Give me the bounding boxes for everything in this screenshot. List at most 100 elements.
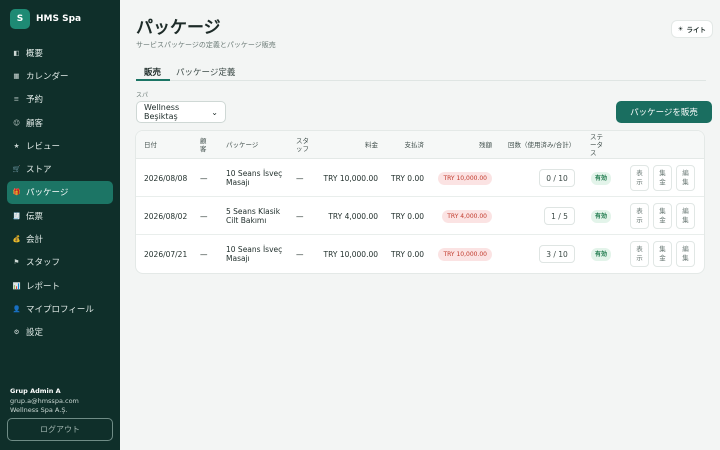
sidebar-item-label: 概要 bbox=[26, 48, 44, 59]
sidebar-item-label: レビュー bbox=[26, 141, 61, 152]
user-info: Grup Admin A grup.a@hmsspa.com Wellness … bbox=[10, 387, 79, 416]
receipt-icon: 🧾 bbox=[12, 211, 21, 220]
cell-date: 2026/08/08 bbox=[144, 173, 188, 183]
edit-button[interactable]: 編集 bbox=[676, 203, 695, 229]
list-icon: ≡ bbox=[13, 95, 20, 104]
cell-package: 10 Seans İsveç Masajı bbox=[226, 245, 283, 263]
sidebar-item-accounting[interactable]: 💰 会計 bbox=[7, 227, 113, 250]
balance-badge: TRY 4,000.00 bbox=[442, 209, 492, 223]
header-price: 料金 bbox=[365, 141, 378, 149]
sidebar-item-vouchers[interactable]: 🧾 伝票 bbox=[7, 204, 113, 227]
sidebar-item-label: スタッフ bbox=[26, 258, 61, 269]
sidebar-item-label: マイプロフィール bbox=[26, 304, 94, 315]
header-balance: 残額 bbox=[479, 141, 492, 149]
user-name: Grup Admin A bbox=[10, 387, 61, 395]
logout-button[interactable]: ログアウト bbox=[7, 418, 113, 441]
cell-customer: — bbox=[200, 173, 208, 183]
tabs: 販売 パッケージ定義 bbox=[136, 60, 706, 81]
collect-button[interactable]: 集金 bbox=[653, 241, 672, 267]
cell-paid: TRY 0.00 bbox=[391, 173, 424, 183]
sessions-count: 1 / 5 bbox=[544, 207, 575, 225]
table-header: 日付 顧客 パッケージ スタッフ 料金 支払済 残額 回数（使用済み/合計） ス… bbox=[136, 131, 704, 159]
theme-toggle-button[interactable]: ☀ ライト bbox=[671, 21, 712, 37]
sidebar-item-label: カレンダー bbox=[26, 71, 69, 82]
collect-button[interactable]: 集金 bbox=[653, 165, 672, 191]
sidebar-item-label: パッケージ bbox=[26, 188, 69, 199]
sidebar-nav: ◧ 概要 ▦ カレンダー ≡ 予約 ☺ 顧客 ★ レビュー 🛒 ストア 🎁 パッケージ 🧾 伝票… bbox=[7, 41, 113, 344]
sidebar-item-profile[interactable]: 👤 マイプロフィール bbox=[7, 297, 113, 320]
sidebar: S HMS Spa ◧ 概要 ▦ カレンダー ≡ 予約 ☺ 顧客 ★ レビュー 🛒 ストア … bbox=[0, 0, 120, 450]
sessions-count: 3 / 10 bbox=[539, 245, 575, 263]
edit-button[interactable]: 編集 bbox=[676, 165, 695, 191]
header-package: パッケージ bbox=[226, 141, 259, 149]
cell-package: 5 Seans Klasik Cilt Bakımı bbox=[226, 207, 281, 225]
page-title: パッケージ bbox=[136, 18, 221, 38]
sidebar-item-packages[interactable]: 🎁 パッケージ bbox=[7, 180, 113, 205]
money-bag-icon: 💰 bbox=[12, 235, 21, 244]
cart-icon: 🛒 bbox=[12, 165, 21, 174]
user-company: Wellness Spa A.Ş. bbox=[10, 406, 68, 414]
page-subtitle: サービスパッケージの定義とパッケージ販売 bbox=[136, 41, 276, 49]
spa-filter-label: スパ bbox=[136, 92, 149, 99]
chevron-down-icon: ⌄ bbox=[211, 107, 218, 117]
cell-customer: — bbox=[200, 249, 208, 259]
header-sessions: 回数（使用済み/合計） bbox=[508, 141, 576, 149]
sidebar-item-staff[interactable]: ⚑ スタッフ bbox=[7, 251, 113, 274]
view-button[interactable]: 表示 bbox=[630, 241, 649, 267]
sidebar-item-store[interactable]: 🛒 ストア bbox=[7, 157, 113, 180]
flag-icon: ⚑ bbox=[13, 258, 20, 267]
spa-select[interactable]: Wellness Beşiktaş ⌄ bbox=[136, 101, 226, 123]
brand[interactable]: S HMS Spa bbox=[10, 9, 81, 29]
sidebar-item-label: 予約 bbox=[26, 95, 44, 106]
tab-sales[interactable]: 販売 bbox=[144, 66, 161, 78]
cell-customer: — bbox=[200, 211, 208, 221]
balance-badge: TRY 10,000.00 bbox=[438, 171, 492, 185]
sessions-count: 0 / 10 bbox=[539, 169, 575, 187]
collect-button[interactable]: 集金 bbox=[653, 203, 672, 229]
header-customer: 顧客 bbox=[200, 137, 207, 153]
cell-package: 10 Seans İsveç Masajı bbox=[226, 169, 283, 187]
table-row[interactable]: 2026/07/21 — 10 Seans İsveç Masajı — TRY… bbox=[136, 235, 704, 273]
table-row[interactable]: 2026/08/08 — 10 Seans İsveç Masajı — TRY… bbox=[136, 159, 704, 197]
sidebar-item-calendar[interactable]: ▦ カレンダー bbox=[7, 64, 113, 87]
sidebar-item-reports[interactable]: 📊 レポート bbox=[7, 274, 113, 297]
sales-table: 日付 顧客 パッケージ スタッフ 料金 支払済 残額 回数（使用済み/合計） ス… bbox=[136, 131, 704, 273]
header-staff: スタッフ bbox=[296, 137, 309, 153]
sidebar-item-customers[interactable]: ☺ 顧客 bbox=[7, 111, 113, 134]
sidebar-item-label: レポート bbox=[26, 281, 61, 292]
view-button[interactable]: 表示 bbox=[630, 165, 649, 191]
tab-package-definitions[interactable]: パッケージ定義 bbox=[176, 66, 235, 78]
sidebar-item-settings[interactable]: ⚙ 設定 bbox=[7, 321, 113, 344]
active-tab-indicator bbox=[136, 79, 170, 81]
status-badge: 有効 bbox=[591, 171, 612, 185]
theme-label: ライト bbox=[686, 26, 707, 34]
header-paid: 支払済 bbox=[404, 141, 425, 149]
status-badge: 有効 bbox=[591, 247, 612, 261]
cell-staff: — bbox=[296, 249, 304, 259]
sell-package-button[interactable]: パッケージを販売 bbox=[616, 101, 712, 123]
sidebar-item-label: 会計 bbox=[26, 235, 44, 246]
balance-badge: TRY 10,000.00 bbox=[438, 247, 492, 261]
table-row[interactable]: 2026/08/02 — 5 Seans Klasik Cilt Bakımı … bbox=[136, 197, 704, 235]
sidebar-item-label: 設定 bbox=[26, 328, 44, 339]
sidebar-item-overview[interactable]: ◧ 概要 bbox=[7, 41, 113, 64]
sidebar-item-label: 顧客 bbox=[26, 118, 44, 129]
calendar-icon: ▦ bbox=[13, 71, 20, 80]
dashboard-icon: ◧ bbox=[13, 48, 20, 57]
sidebar-item-reservations[interactable]: ≡ 予約 bbox=[7, 88, 113, 111]
brand-name: HMS Spa bbox=[36, 14, 82, 24]
sidebar-item-label: ストア bbox=[26, 165, 52, 176]
customer-icon: ☺ bbox=[13, 118, 20, 127]
brand-logo: S bbox=[10, 9, 30, 29]
header-date: 日付 bbox=[144, 141, 157, 149]
cell-price: TRY 4,000.00 bbox=[328, 211, 378, 221]
spa-select-value: Wellness Beşiktaş bbox=[144, 103, 180, 121]
gift-icon: 🎁 bbox=[12, 188, 21, 197]
cell-price: TRY 10,000.00 bbox=[323, 173, 378, 183]
cell-paid: TRY 0.00 bbox=[391, 249, 424, 259]
edit-button[interactable]: 編集 bbox=[676, 241, 695, 267]
sidebar-item-label: 伝票 bbox=[26, 211, 44, 222]
cell-date: 2026/08/02 bbox=[144, 211, 188, 221]
view-button[interactable]: 表示 bbox=[630, 203, 649, 229]
sidebar-item-reviews[interactable]: ★ レビュー bbox=[7, 134, 113, 157]
